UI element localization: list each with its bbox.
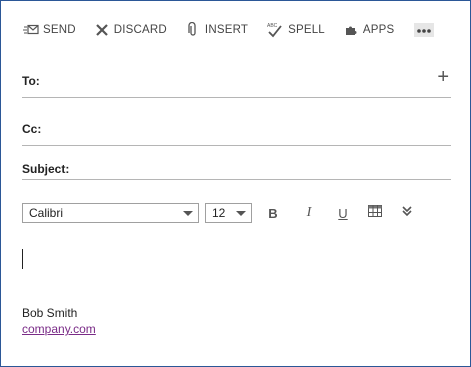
font-size-select[interactable]: 12 <box>205 203 252 223</box>
close-icon <box>94 22 110 38</box>
table-button[interactable] <box>366 204 384 222</box>
cc-field[interactable]: Cc: <box>22 122 451 146</box>
discard-label: DISCARD <box>113 24 167 36</box>
apps-button[interactable]: APPS <box>343 20 394 40</box>
font-size-value: 12 <box>212 206 226 220</box>
spell-button[interactable]: ABC SPELL <box>266 20 325 40</box>
subject-label: Subject: <box>22 162 70 176</box>
underline-icon: U <box>338 205 348 221</box>
to-field[interactable]: To: + <box>22 67 451 98</box>
send-button[interactable]: SEND <box>23 20 76 40</box>
add-recipient-icon[interactable]: + <box>437 67 449 87</box>
more-options-button[interactable] <box>414 21 435 39</box>
insert-button[interactable]: INSERT <box>185 20 248 40</box>
formatting-toolbar: Calibri 12 B I U <box>22 202 416 224</box>
apps-label: APPS <box>362 24 395 36</box>
discard-button[interactable]: DISCARD <box>94 20 167 40</box>
send-icon <box>23 22 39 38</box>
insert-label: INSERT <box>204 24 249 36</box>
font-family-select[interactable]: Calibri <box>22 203 199 223</box>
compose-window: SEND DISCARD INSERT ABC SPELL APPS To: +… <box>0 0 471 367</box>
signature-name: Bob Smith <box>22 306 78 320</box>
paperclip-icon <box>185 21 201 38</box>
chevron-down-icon <box>236 211 246 216</box>
bold-button[interactable]: B <box>264 204 282 222</box>
italic-button[interactable]: I <box>300 204 318 222</box>
puzzle-icon <box>343 22 359 38</box>
expand-formatting-button[interactable] <box>398 204 416 222</box>
spell-label: SPELL <box>288 24 325 36</box>
compose-toolbar: SEND DISCARD INSERT ABC SPELL APPS <box>23 20 435 40</box>
send-label: SEND <box>43 24 76 36</box>
chevron-down-icon <box>183 211 193 216</box>
spellcheck-icon: ABC <box>266 22 284 38</box>
bold-icon: B <box>268 205 278 221</box>
double-chevron-down-icon <box>401 204 413 222</box>
underline-button[interactable]: U <box>334 204 352 222</box>
font-family-value: Calibri <box>29 206 64 220</box>
italic-icon: I <box>306 205 312 220</box>
svg-text:ABC: ABC <box>267 23 278 29</box>
text-cursor <box>22 249 23 269</box>
to-label: To: <box>22 74 40 88</box>
cc-label: Cc: <box>22 122 42 136</box>
ellipsis-icon <box>416 21 432 39</box>
subject-field[interactable]: Subject: <box>22 162 451 180</box>
signature-link[interactable]: company.com <box>22 322 96 336</box>
table-icon <box>368 204 382 222</box>
